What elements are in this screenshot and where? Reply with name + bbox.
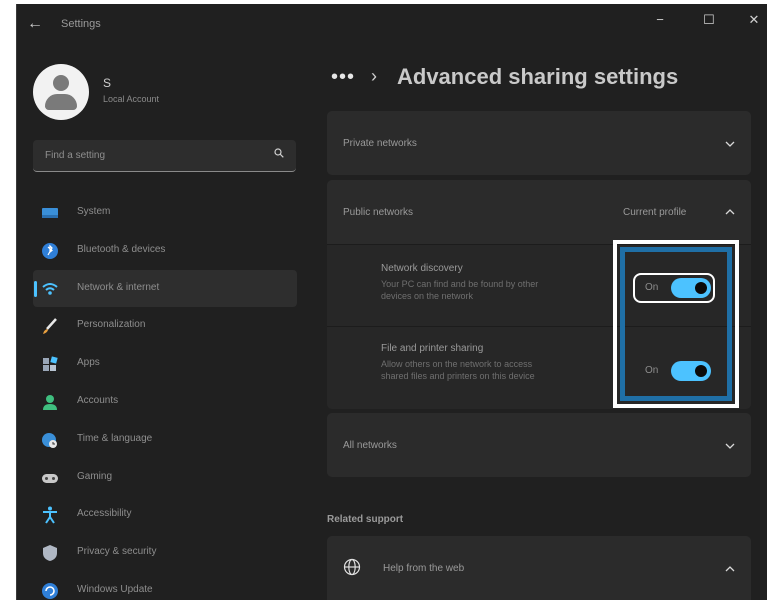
minimize-button[interactable]: − xyxy=(643,10,677,30)
current-profile-label: Current profile xyxy=(623,207,687,218)
sidebar-item-gaming[interactable]: Gaming xyxy=(33,459,297,497)
sidebar-item-label: Network & internet xyxy=(77,281,160,293)
sidebar-item-label: Accounts xyxy=(77,394,119,406)
public-networks-section[interactable]: Public networks Current profile xyxy=(327,180,751,244)
breadcrumb-separator-icon: › xyxy=(371,66,377,86)
app-title: Settings xyxy=(61,18,101,30)
all-networks-section[interactable]: All networks xyxy=(327,413,751,477)
chevron-up-icon xyxy=(725,566,735,572)
file-printer-sharing-title: File and printer sharing xyxy=(381,343,484,354)
sidebar-item-system[interactable]: System xyxy=(33,194,297,232)
sidebar-item-label: Privacy & security xyxy=(77,546,157,558)
sidebar-item-label: Bluetooth & devices xyxy=(77,243,166,255)
sidebar-item-label: Accessibility xyxy=(77,508,132,520)
search-icon xyxy=(274,148,284,158)
system-icon xyxy=(42,208,58,218)
page-title: Advanced sharing settings xyxy=(397,64,679,89)
related-support-heading: Related support xyxy=(327,514,404,525)
globe-icon xyxy=(343,558,361,576)
section-label: All networks xyxy=(343,440,397,451)
profile-name: S xyxy=(103,76,112,90)
apps-icon xyxy=(43,356,58,372)
profile-account-type: Local Account xyxy=(103,94,160,104)
sidebar-item-accessibility[interactable]: Accessibility xyxy=(33,496,297,534)
search-input[interactable]: Find a setting xyxy=(33,140,296,172)
avatar xyxy=(33,64,89,120)
sidebar-item-label: Apps xyxy=(77,357,100,369)
sidebar-item-personalization[interactable]: Personalization xyxy=(33,307,297,345)
time-language-icon xyxy=(42,432,57,448)
title-bar: ← Settings − ☐ ✕ xyxy=(17,4,767,44)
accessibility-icon xyxy=(43,506,57,524)
accounts-icon xyxy=(43,394,57,410)
settings-window: ← Settings − ☐ ✕ S Local Account Find a … xyxy=(16,4,767,600)
file-printer-sharing-description: Allow others on the network to access sh… xyxy=(381,359,535,381)
section-label: Private networks xyxy=(343,138,417,149)
network-discovery-description: Your PC can find and be found by other d… xyxy=(381,279,539,301)
sidebar-item-windows-update[interactable]: Windows Update xyxy=(33,572,297,600)
help-from-web-section[interactable]: Help from the web xyxy=(327,536,751,600)
sidebar-item-bluetooth[interactable]: Bluetooth & devices xyxy=(33,232,297,270)
network-discovery-title: Network discovery xyxy=(381,263,463,274)
help-label: Help from the web xyxy=(383,563,465,574)
chevron-down-icon xyxy=(725,141,735,147)
sidebar-item-network[interactable]: Network & internet xyxy=(33,269,297,308)
chevron-down-icon xyxy=(725,443,735,449)
wifi-icon xyxy=(42,282,58,295)
chevron-up-icon xyxy=(725,209,735,215)
sidebar-item-label: Personalization xyxy=(77,319,146,331)
search-placeholder: Find a setting xyxy=(45,150,106,161)
section-label: Public networks xyxy=(343,207,414,218)
back-arrow-icon[interactable]: ← xyxy=(27,14,47,34)
sidebar-item-label: Windows Update xyxy=(77,583,153,595)
sidebar-item-label: Gaming xyxy=(77,470,113,482)
bluetooth-icon xyxy=(42,242,58,259)
breadcrumb-more-button[interactable]: ••• xyxy=(331,66,355,89)
maximize-button[interactable]: ☐ xyxy=(692,10,726,30)
private-networks-section[interactable]: Private networks xyxy=(327,111,751,175)
highlight-box xyxy=(613,240,739,408)
brush-icon xyxy=(43,318,57,335)
shield-icon xyxy=(43,545,57,562)
sidebar-nav: System Bluetooth & devices Network & int… xyxy=(33,194,297,600)
sidebar-item-time-language[interactable]: Time & language xyxy=(33,421,297,459)
close-button[interactable]: ✕ xyxy=(737,10,767,30)
sidebar-item-privacy[interactable]: Privacy & security xyxy=(33,534,297,572)
sidebar-item-apps[interactable]: Apps xyxy=(33,345,297,383)
update-icon xyxy=(42,582,58,599)
gaming-icon xyxy=(42,473,58,483)
sidebar-item-label: Time & language xyxy=(77,432,153,444)
active-indicator xyxy=(34,280,37,297)
sidebar-item-accounts[interactable]: Accounts xyxy=(33,383,297,421)
sidebar-item-label: System xyxy=(77,206,111,217)
